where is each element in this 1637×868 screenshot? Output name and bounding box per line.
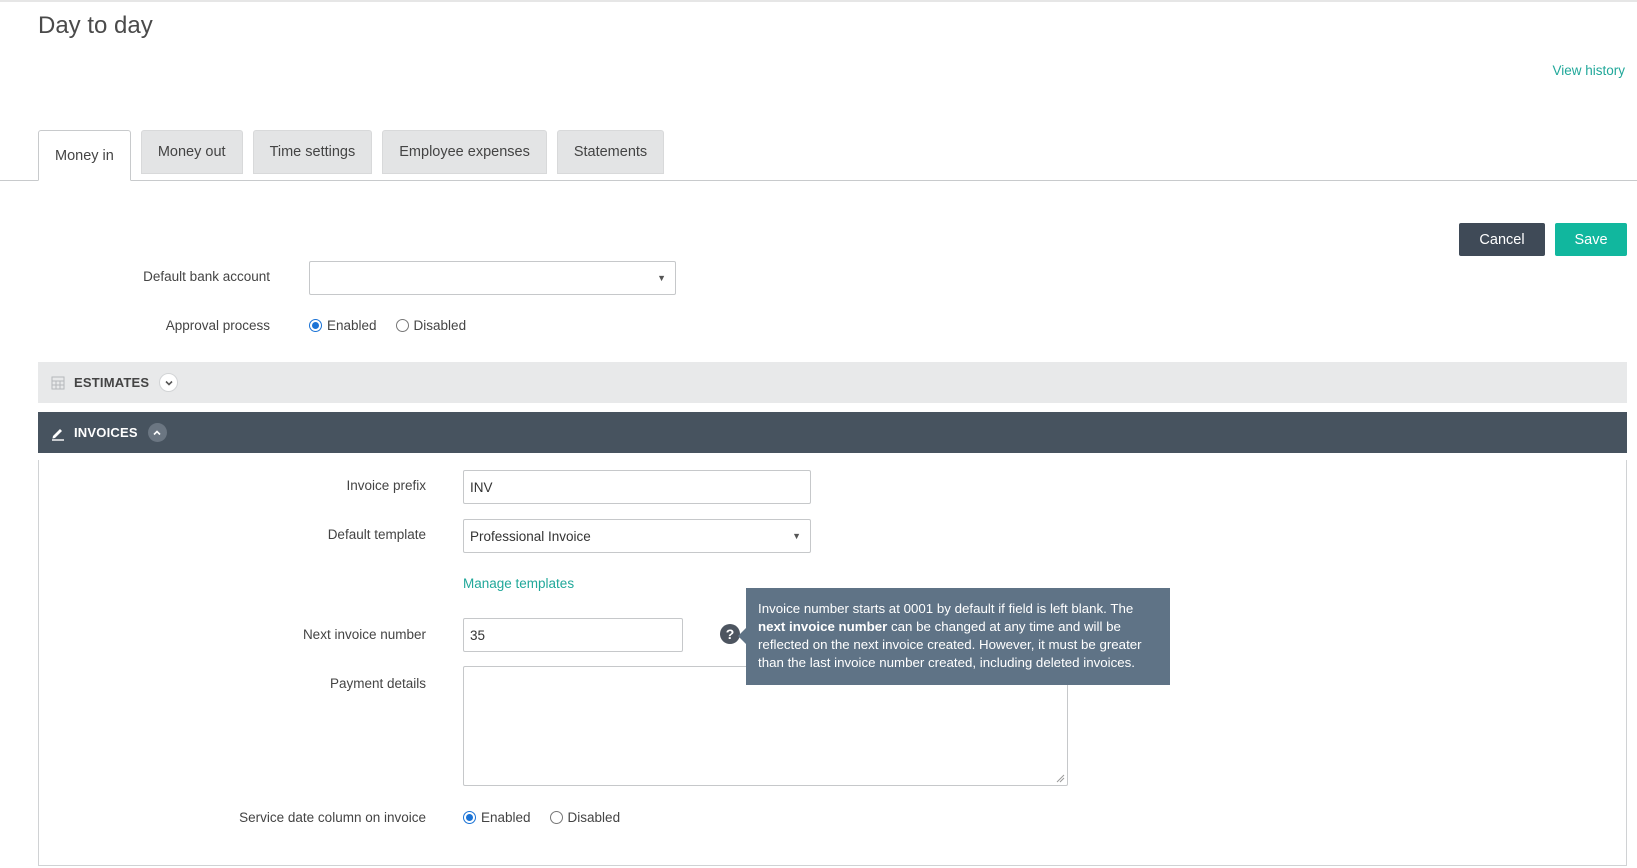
- approval-process-radio-group: Enabled Disabled: [309, 318, 485, 333]
- chevron-down-icon[interactable]: [159, 373, 179, 392]
- service-date-radio-group: Enabled Disabled: [463, 810, 639, 825]
- next-invoice-number-input[interactable]: 35: [463, 618, 683, 652]
- tab-employee-expenses[interactable]: Employee expenses: [382, 130, 547, 174]
- default-template-label: Default template: [327, 527, 426, 542]
- calculator-icon: [50, 375, 66, 391]
- service-date-column-label: Service date column on invoice: [239, 810, 426, 825]
- approval-enabled-label: Enabled: [327, 318, 377, 333]
- service-disabled-label: Disabled: [567, 810, 621, 825]
- tab-money-in[interactable]: Money in: [38, 130, 131, 181]
- tab-money-out[interactable]: Money out: [140, 130, 243, 174]
- tabs-divider: [0, 180, 1637, 181]
- default-template-select[interactable]: Professional Invoice ▼: [463, 519, 811, 553]
- caret-down-icon: ▼: [792, 531, 801, 541]
- save-button[interactable]: Save: [1555, 223, 1627, 256]
- approval-enabled-radio[interactable]: [309, 319, 322, 332]
- tooltip-text-bold: next invoice number: [758, 619, 888, 634]
- next-invoice-number-label: Next invoice number: [302, 627, 426, 642]
- view-history-link[interactable]: View history: [1552, 63, 1625, 78]
- approval-disabled-radio[interactable]: [395, 319, 409, 332]
- approval-process-label: Approval process: [165, 318, 270, 333]
- pencil-edit-icon: [50, 425, 66, 441]
- service-enabled-label: Enabled: [481, 810, 531, 825]
- invoices-section-header[interactable]: INVOICES: [38, 412, 1627, 453]
- next-invoice-number-tooltip: Invoice number starts at 0001 by default…: [738, 588, 1170, 685]
- approval-disabled-label: Disabled: [413, 318, 467, 333]
- chevron-up-icon[interactable]: [147, 423, 167, 442]
- invoices-section-title: INVOICES: [74, 425, 138, 440]
- invoice-prefix-label: Invoice prefix: [346, 478, 426, 493]
- page-title: Day to day: [38, 12, 153, 39]
- default-bank-account-label: Default bank account: [143, 269, 270, 284]
- tab-statements[interactable]: Statements: [556, 130, 665, 174]
- cancel-button[interactable]: Cancel: [1459, 223, 1545, 256]
- service-disabled-radio[interactable]: [549, 811, 563, 824]
- default-bank-account-select[interactable]: ▼: [309, 261, 676, 295]
- resize-grip-icon[interactable]: [1056, 774, 1065, 783]
- default-template-value: Professional Invoice: [470, 528, 591, 544]
- settings-tabs: Money in Money out Time settings Employe…: [38, 130, 674, 181]
- invoice-prefix-input[interactable]: INV: [463, 470, 811, 504]
- estimates-section-header[interactable]: ESTIMATES: [38, 362, 1627, 403]
- tab-time-settings[interactable]: Time settings: [252, 130, 373, 174]
- manage-templates-link[interactable]: Manage templates: [463, 576, 574, 591]
- top-divider: [0, 0, 1637, 2]
- payment-details-label: Payment details: [329, 676, 426, 691]
- caret-down-icon: ▼: [657, 273, 666, 283]
- service-enabled-radio[interactable]: [463, 811, 476, 824]
- question-mark-icon[interactable]: ?: [720, 624, 740, 644]
- tooltip-text-part1: Invoice number starts at 0001 by default…: [758, 601, 1134, 616]
- estimates-section-title: ESTIMATES: [74, 375, 150, 390]
